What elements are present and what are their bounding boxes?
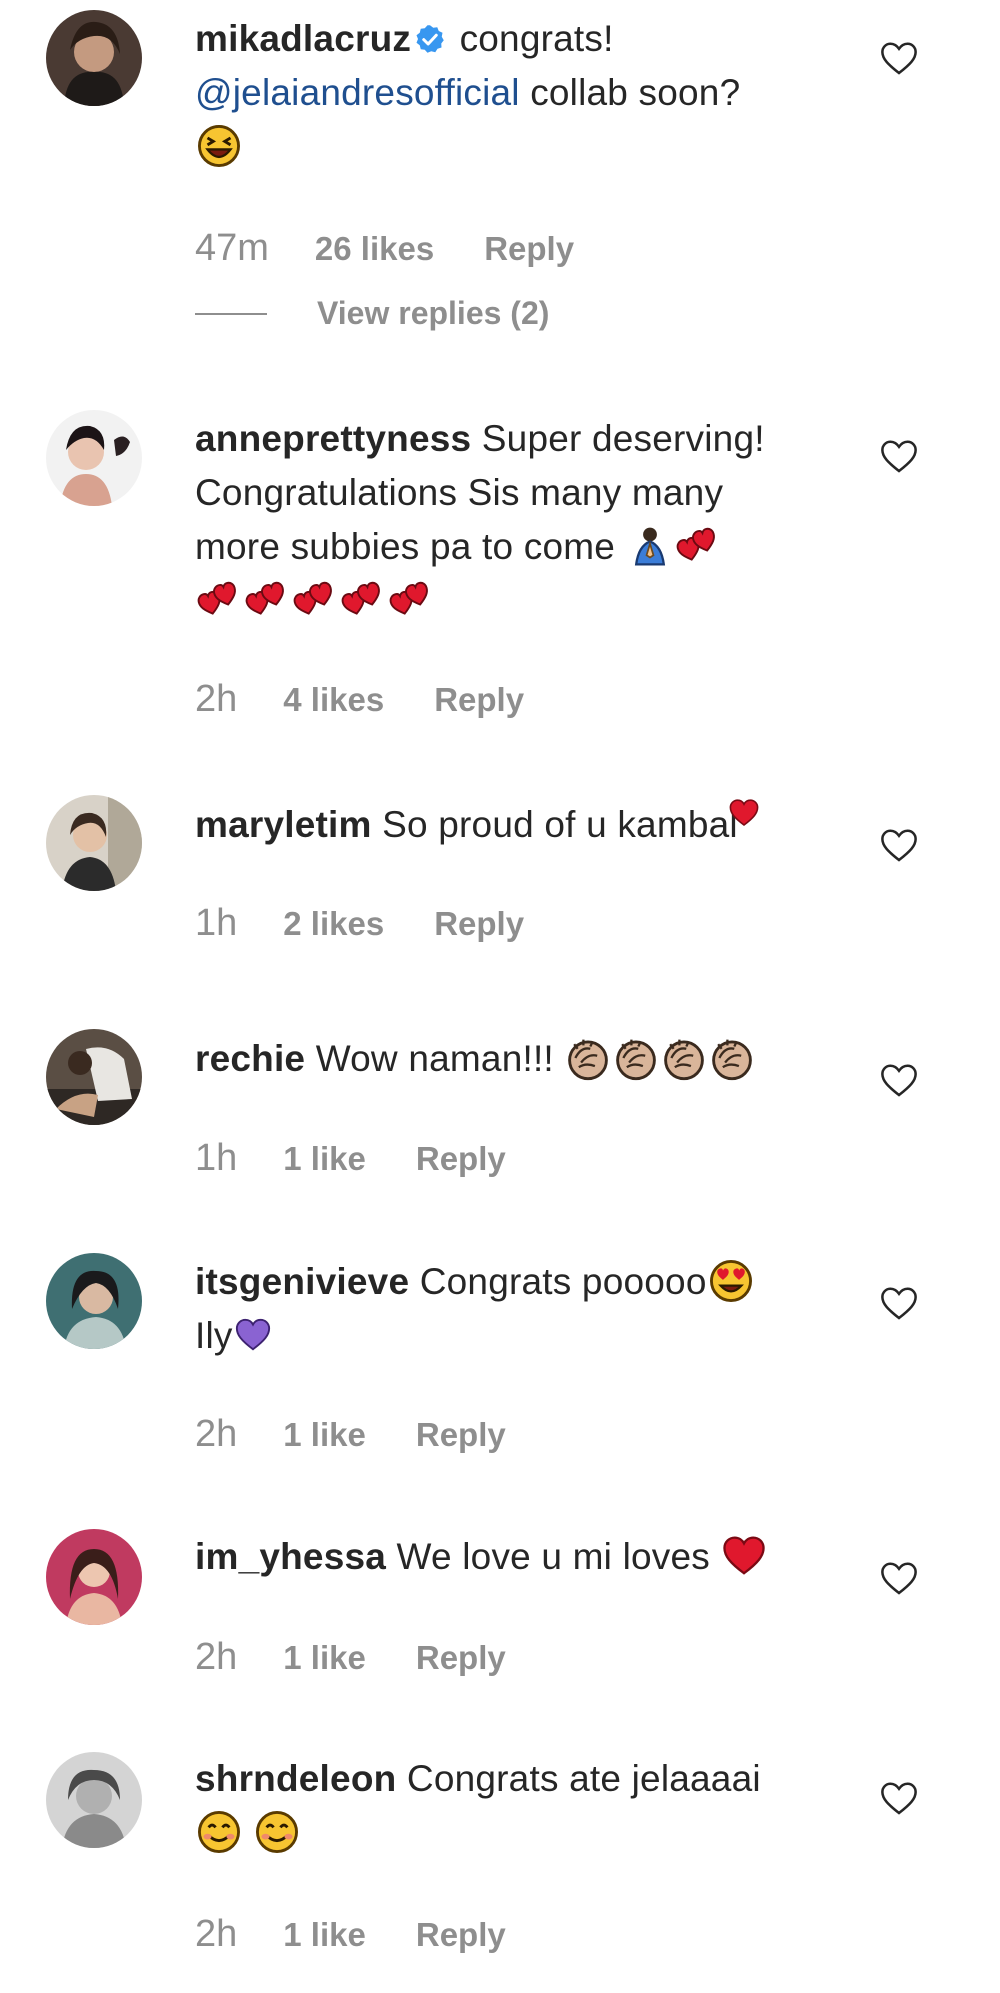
likes-count[interactable]: 2 likes [283, 905, 384, 943]
like-heart-icon[interactable] [880, 40, 918, 76]
comment-time[interactable]: 2h [195, 1913, 237, 1956]
likes-count[interactable]: 1 like [283, 1916, 366, 1954]
comment-meta: 47m 26 likes Reply [195, 227, 574, 270]
likes-count[interactable]: 1 like [283, 1639, 366, 1677]
avatar[interactable] [46, 1752, 142, 1848]
like-heart-icon[interactable] [880, 1285, 918, 1321]
reply-button[interactable]: Reply [434, 681, 524, 719]
comment-text: rechie Wow naman!!! [195, 1032, 835, 1086]
avatar[interactable] [46, 10, 142, 106]
comment-text-part: Super deserving! [481, 418, 765, 459]
comment-time[interactable]: 1h [195, 1137, 237, 1180]
comment-meta: 2h 1 like Reply [195, 1413, 506, 1456]
likes-count[interactable]: 26 likes [315, 230, 434, 268]
clapping-hands-emoji-icon [661, 1035, 707, 1081]
comment-text-part: Congrats pooooo [419, 1261, 707, 1302]
comment-text-part: Congratulations Sis many many [195, 472, 724, 513]
comment-text-part: collab soon? [530, 72, 741, 113]
view-replies-label: View replies (2) [317, 295, 550, 331]
likes-count[interactable]: 1 like [283, 1140, 366, 1178]
like-heart-icon[interactable] [880, 1780, 918, 1816]
comment-text-part: We love u mi loves [396, 1536, 710, 1577]
avatar[interactable] [46, 795, 142, 891]
avatar[interactable] [46, 1253, 142, 1349]
comment-text: mikadlacruz congrats! @jelaiandresoffici… [195, 12, 835, 174]
purple-heart-emoji-icon [234, 1316, 272, 1354]
reply-button[interactable]: Reply [416, 1140, 506, 1178]
praying-person-emoji-icon [627, 523, 673, 569]
reply-button[interactable]: Reply [434, 905, 524, 943]
verified-badge-icon [415, 24, 445, 54]
comment-text: im_yhessa We love u mi loves [195, 1530, 835, 1584]
red-heart-emoji-icon [728, 797, 760, 829]
comment-time[interactable]: 2h [195, 1636, 237, 1679]
reply-button[interactable]: Reply [416, 1416, 506, 1454]
comment-meta: 2h 1 like Reply [195, 1636, 506, 1679]
two-hearts-emoji-icon [244, 577, 290, 623]
username-link[interactable]: rechie [195, 1038, 305, 1079]
username-link[interactable]: itsgenivieve [195, 1261, 409, 1302]
view-replies-button[interactable]: View replies (2) [195, 295, 549, 332]
laughing-emoji-icon [196, 123, 242, 169]
likes-count[interactable]: 4 likes [283, 681, 384, 719]
avatar[interactable] [46, 410, 142, 506]
mention-link[interactable]: @jelaiandresofficial [195, 72, 520, 113]
username-link[interactable]: mikadlacruz [195, 18, 411, 59]
comment-text-part: more subbies pa to come [195, 526, 616, 567]
comment-time[interactable]: 2h [195, 1413, 237, 1456]
two-hearts-emoji-icon [675, 523, 721, 569]
avatar[interactable] [46, 1529, 142, 1625]
username-link[interactable]: im_yhessa [195, 1536, 386, 1577]
two-hearts-emoji-icon [292, 577, 338, 623]
comment-meta: 1h 2 likes Reply [195, 902, 524, 945]
likes-count[interactable]: 1 like [283, 1416, 366, 1454]
like-heart-icon[interactable] [880, 438, 918, 474]
comment-time[interactable]: 47m [195, 227, 269, 270]
comment-text: anneprettyness Super deserving! Congratu… [195, 412, 835, 628]
clapping-hands-emoji-icon [565, 1035, 611, 1081]
comment-text-part: congrats! [459, 18, 614, 59]
heart-eyes-emoji-icon [708, 1258, 754, 1304]
red-heart-emoji-icon [721, 1533, 767, 1579]
comment-text-part: So proud of u kambal [382, 804, 738, 845]
comment-text-part: Congrats ate jelaaaai [406, 1758, 761, 1799]
comment-text-part: Wow naman!!! [315, 1038, 554, 1079]
like-heart-icon[interactable] [880, 1062, 918, 1098]
clapping-hands-emoji-icon [613, 1035, 659, 1081]
comment-text: itsgenivieve Congrats pooooo Ily [195, 1255, 835, 1363]
comment-meta: 2h 4 likes Reply [195, 678, 524, 721]
two-hearts-emoji-icon [340, 577, 386, 623]
comment-time[interactable]: 2h [195, 678, 237, 721]
like-heart-icon[interactable] [880, 827, 918, 863]
clapping-hands-emoji-icon [709, 1035, 755, 1081]
smiling-face-emoji-icon [254, 1809, 300, 1855]
comment-meta: 1h 1 like Reply [195, 1137, 506, 1180]
smiling-face-emoji-icon [196, 1809, 242, 1855]
comment-meta: 2h 1 like Reply [195, 1913, 506, 1956]
username-link[interactable]: anneprettyness [195, 418, 471, 459]
two-hearts-emoji-icon [388, 577, 434, 623]
comment-text: shrndeleon Congrats ate jelaaaai [195, 1752, 835, 1860]
reply-button[interactable]: Reply [416, 1916, 506, 1954]
reply-button[interactable]: Reply [484, 230, 574, 268]
avatar[interactable] [46, 1029, 142, 1125]
view-replies-line [195, 312, 267, 315]
like-heart-icon[interactable] [880, 1560, 918, 1596]
comment-text: maryletim So proud of u kambal [195, 797, 835, 852]
comment-time[interactable]: 1h [195, 902, 237, 945]
username-link[interactable]: maryletim [195, 804, 372, 845]
username-link[interactable]: shrndeleon [195, 1758, 396, 1799]
two-hearts-emoji-icon [196, 577, 242, 623]
reply-button[interactable]: Reply [416, 1639, 506, 1677]
comment-text-part: Ily [195, 1315, 233, 1356]
